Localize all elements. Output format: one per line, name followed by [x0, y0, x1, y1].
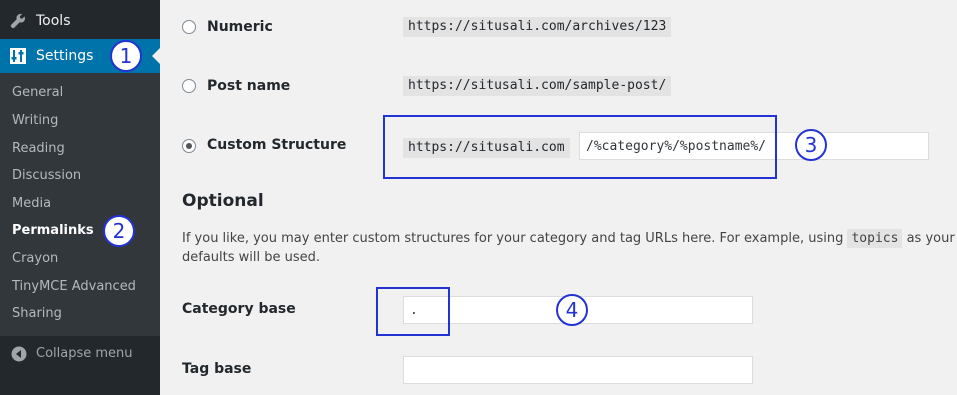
tag-base-input[interactable]: [403, 356, 753, 384]
submenu-media[interactable]: Media: [12, 196, 51, 211]
annotation-4: 4: [556, 294, 588, 326]
collapse-arrow-icon: [11, 346, 27, 362]
annotation-2: 2: [103, 215, 135, 247]
desc-code: topics: [847, 229, 903, 248]
tag-base-label: Tag base: [182, 361, 252, 377]
category-base-label: Category base: [182, 301, 296, 317]
wrench-icon: [10, 13, 25, 29]
numeric-label: Numeric: [207, 19, 273, 35]
post-name-example: https://situsali.com/sample-post/: [403, 76, 672, 96]
desc-text-2: as your: [906, 231, 955, 246]
optional-description: If you like, you may enter custom struct…: [182, 229, 957, 267]
active-menu-pointer: [152, 48, 160, 64]
submenu-reading[interactable]: Reading: [12, 141, 65, 156]
collapse-menu-button[interactable]: Collapse menu: [0, 340, 160, 368]
submenu-writing[interactable]: Writing: [12, 113, 58, 128]
menu-tools-label: Tools: [36, 13, 71, 29]
desc-text-1: If you like, you may enter custom struct…: [182, 231, 844, 246]
submenu-crayon[interactable]: Crayon: [12, 251, 58, 266]
menu-tools[interactable]: Tools: [0, 4, 160, 38]
settings-submenu: General Writing Reading Discussion Media…: [0, 73, 160, 336]
post-name-label: Post name: [207, 78, 291, 94]
submenu-general[interactable]: General: [12, 85, 63, 100]
submenu-permalinks[interactable]: Permalinks: [12, 223, 94, 238]
sliders-icon: [10, 48, 26, 64]
highlight-category-base: [376, 287, 450, 336]
optional-heading: Optional: [182, 191, 264, 211]
annotation-1: 1: [110, 40, 142, 72]
desc-text-3: defaults will be used.: [182, 250, 321, 265]
numeric-example: https://situsali.com/archives/123: [403, 17, 672, 37]
collapse-menu-label: Collapse menu: [36, 346, 133, 361]
menu-settings-label: Settings: [36, 48, 94, 64]
submenu-tinymce-advanced[interactable]: TinyMCE Advanced: [12, 279, 136, 294]
highlight-custom-structure: [383, 115, 777, 179]
radio-post-name[interactable]: [182, 79, 196, 93]
submenu-discussion[interactable]: Discussion: [12, 168, 81, 183]
submenu-sharing[interactable]: Sharing: [12, 306, 62, 321]
radio-numeric[interactable]: [182, 20, 196, 34]
radio-custom-structure[interactable]: [182, 139, 196, 153]
custom-structure-label: Custom Structure: [207, 137, 347, 153]
annotation-3: 3: [795, 129, 827, 161]
